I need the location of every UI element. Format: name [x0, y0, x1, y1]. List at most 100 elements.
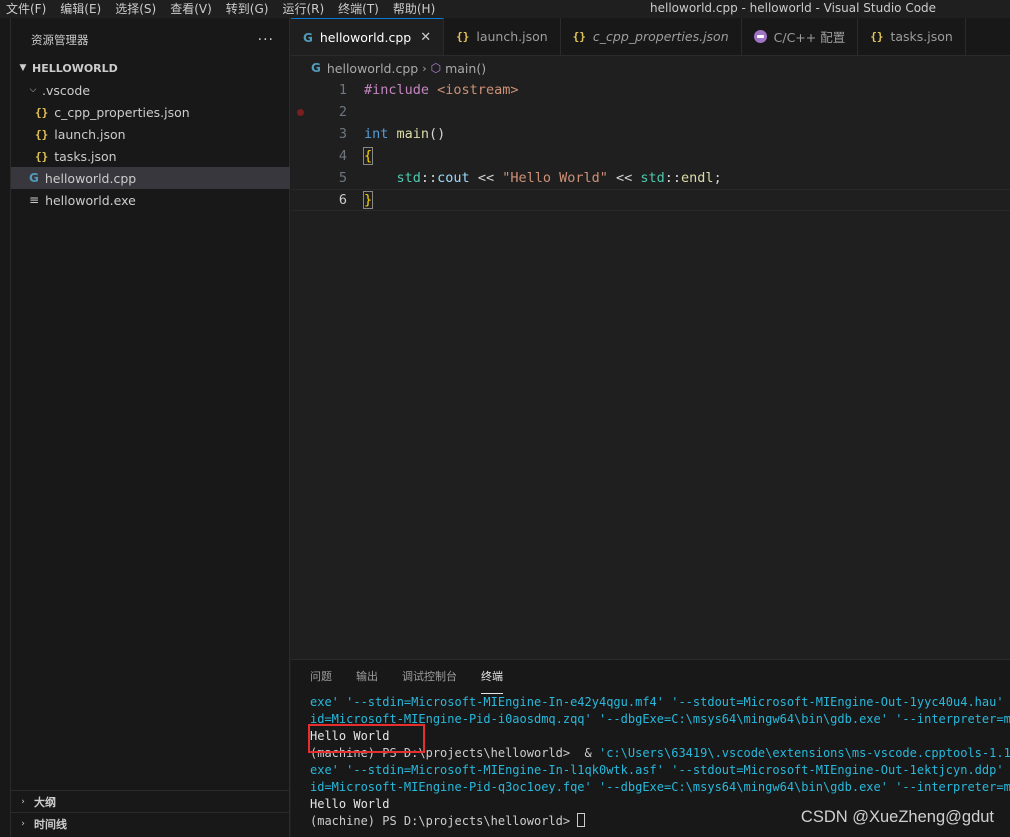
line-number: 4: [338, 148, 347, 164]
token-directive: #include: [364, 82, 430, 98]
menu-edit[interactable]: 编辑(E): [53, 0, 108, 18]
code-line: 4 {: [291, 145, 1010, 167]
token-brace-close: }: [362, 191, 374, 209]
file-lines-icon: ≡: [29, 193, 40, 207]
tab-label: helloworld.cpp: [319, 30, 412, 45]
tree-file-c-cpp-properties[interactable]: {} c_cpp_properties.json: [11, 101, 290, 123]
tree-file-tasks[interactable]: {} tasks.json: [11, 145, 290, 167]
json-icon: {}: [870, 30, 884, 43]
menu-run[interactable]: 运行(R): [275, 0, 331, 18]
tree-file-launch[interactable]: {} launch.json: [11, 123, 290, 145]
code-line: 5 std::cout << "Hello World" << std::end…: [291, 167, 1010, 189]
tree-root-label: HELLOWORLD: [32, 61, 118, 75]
tree-folder-label: .vscode: [42, 82, 91, 98]
panel-tab-terminal[interactable]: 终端: [481, 660, 503, 694]
code-line: 2: [291, 101, 1010, 123]
tab-label: launch.json: [476, 29, 548, 44]
panel-tab-problems[interactable]: 问题: [310, 660, 332, 694]
menu-view[interactable]: 查看(V): [163, 0, 219, 18]
token-namespace: std: [396, 170, 421, 186]
terminal-line: exe' '--stdin=Microsoft-MIEngine-In-l1qk…: [310, 763, 1010, 777]
line-number: 6: [338, 192, 347, 208]
terminal-prompt: (machine) PS D:\projects\helloworld>: [310, 814, 578, 828]
tab-tasks-json[interactable]: {} tasks.json: [858, 18, 966, 55]
menu-bar: 文件(F) 编辑(E) 选择(S) 查看(V) 转到(G) 运行(R) 终端(T…: [0, 0, 442, 18]
timeline-section[interactable]: › 时间线: [11, 812, 290, 834]
menu-help[interactable]: 帮助(H): [386, 0, 442, 18]
json-icon: {}: [35, 105, 49, 119]
watermark: CSDN @XueZheng@gdut: [800, 808, 994, 826]
code-editor[interactable]: 1 #include <iostream> 2 3 int main() 4 {…: [291, 79, 1010, 659]
chevron-right-icon: ›: [21, 818, 25, 829]
tree-folder-vscode[interactable]: ⌵ .vscode: [11, 79, 290, 101]
line-number: 2: [338, 104, 347, 120]
chevron-right-icon: ›: [422, 61, 427, 75]
panel-tab-output[interactable]: 输出: [356, 660, 378, 694]
breadcrumb-file[interactable]: helloworld.cpp: [327, 61, 418, 76]
code-text: int main(): [364, 126, 445, 142]
code-text: }: [362, 191, 374, 209]
tree-file-helloworld-cpp[interactable]: G helloworld.cpp: [11, 167, 290, 189]
explorer-title: 资源管理器: [31, 33, 89, 47]
tree-file-label: c_cpp_properties.json: [54, 104, 190, 120]
cpp-icon: G: [311, 61, 321, 75]
panel-tabs: 问题 输出 调试控制台 终端: [291, 660, 1010, 694]
code-line: 1 #include <iostream>: [291, 79, 1010, 101]
token-brace-open: {: [362, 147, 374, 165]
json-icon: {}: [35, 127, 49, 141]
token-function: endl: [681, 170, 714, 186]
tab-label: c_cpp_properties.json: [592, 29, 729, 44]
more-actions-icon[interactable]: ···: [258, 32, 274, 48]
outline-section[interactable]: › 大纲: [11, 790, 290, 812]
tree-file-helloworld-exe[interactable]: ≡ helloworld.exe: [11, 189, 290, 211]
tab-helloworld-cpp[interactable]: G helloworld.cpp ✕: [291, 18, 445, 55]
menu-file[interactable]: 文件(F): [0, 0, 53, 18]
token-semicolon: ;: [713, 170, 722, 186]
chevron-down-icon: ⌵: [29, 85, 37, 95]
menu-go[interactable]: 转到(G): [219, 0, 276, 18]
code-text: {: [362, 147, 374, 165]
explorer-sidebar: 资源管理器 ··· ▼ HELLOWORLD ⌵ .vscode {} c_cp…: [11, 18, 290, 837]
explorer-header: 资源管理器 ···: [11, 18, 290, 62]
highlight-annotation-box: [308, 724, 425, 753]
breadcrumb-symbol[interactable]: main(): [445, 61, 486, 76]
file-tree: ▼ HELLOWORLD ⌵ .vscode {} c_cpp_properti…: [11, 57, 290, 211]
tree-file-label: helloworld.exe: [45, 192, 136, 208]
code-text: #include <iostream>: [364, 82, 518, 98]
line-number: 1: [338, 82, 347, 98]
menu-terminal[interactable]: 终端(T): [331, 0, 386, 18]
tab-launch-json[interactable]: {} launch.json: [444, 18, 561, 55]
token-header: <iostream>: [437, 82, 519, 98]
json-icon: {}: [572, 30, 586, 43]
token-variable: cout: [437, 170, 470, 186]
token-string: "Hello World": [502, 170, 608, 186]
symbol-method-icon: ⬡: [430, 61, 442, 75]
cpp-icon: G: [303, 30, 313, 45]
token-namespace: std: [640, 170, 665, 186]
token-operator: <<: [469, 170, 503, 186]
tab-c-cpp-properties[interactable]: {} c_cpp_properties.json: [561, 18, 742, 55]
token-parens: (): [429, 126, 446, 142]
terminal-line: exe' '--stdin=Microsoft-MIEngine-In-e42y…: [310, 695, 1010, 709]
terminal-line: id=Microsoft-MIEngine-Pid-q3oc1oey.fqe' …: [310, 780, 1010, 794]
tree-root-helloworld[interactable]: ▼ HELLOWORLD: [11, 57, 290, 79]
cpp-config-icon: [753, 30, 767, 43]
terminal-cursor: [577, 813, 586, 827]
tree-file-label: helloworld.cpp: [44, 170, 137, 186]
chevron-down-icon: ▼: [19, 63, 27, 73]
token-scope: ::: [664, 170, 682, 186]
menu-selection[interactable]: 选择(S): [108, 0, 163, 18]
tab-label: tasks.json: [890, 29, 953, 44]
tab-cpp-config[interactable]: C/C++ 配置: [742, 18, 859, 55]
title-bar: 文件(F) 编辑(E) 选择(S) 查看(V) 转到(G) 运行(R) 终端(T…: [0, 0, 1010, 18]
panel-tab-debug-console[interactable]: 调试控制台: [402, 660, 457, 694]
breadcrumb: G helloworld.cpp › ⬡ main(): [291, 57, 1010, 79]
code-line: 3 int main(): [291, 123, 1010, 145]
editor-tabs: G helloworld.cpp ✕ {} launch.json {} c_c…: [291, 18, 1010, 56]
line-number: 3: [338, 126, 347, 142]
window-title: helloworld.cpp - helloworld - Visual Stu…: [650, 1, 937, 15]
code-line-current: 6 }: [291, 189, 1010, 211]
terminal-path: 'c:\Users\63419\.vscode\extensions\ms-vs…: [598, 746, 1010, 760]
tree-file-label: launch.json: [54, 126, 126, 142]
close-icon[interactable]: ✕: [420, 30, 431, 45]
